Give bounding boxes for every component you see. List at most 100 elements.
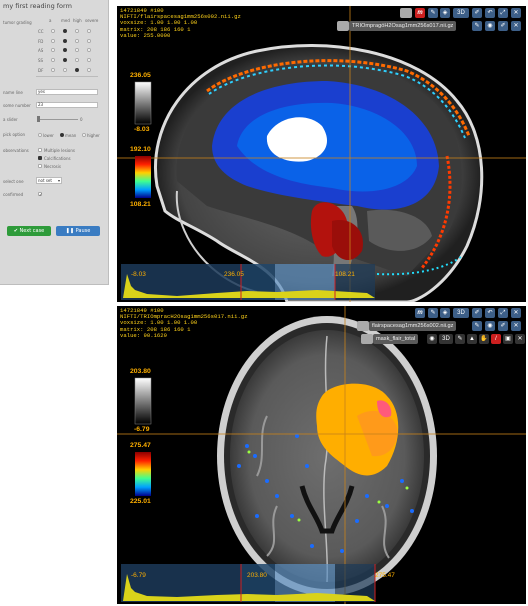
viewer1-info: 14721849 #100 NIFTI/flairspacesag1mm256s… xyxy=(120,7,241,39)
radio-lower[interactable] xyxy=(38,133,42,137)
3d-button[interactable]: 3D xyxy=(453,8,469,18)
hist-label: -6.79 xyxy=(131,572,146,579)
edit-icon[interactable]: ✎ xyxy=(455,334,465,344)
visibility-icon[interactable]: ◉ xyxy=(485,21,495,31)
draw-icon[interactable]: ✐ xyxy=(498,21,508,31)
grading-radio[interactable] xyxy=(75,68,79,72)
expand-icon[interactable]: ⤢ xyxy=(498,8,508,18)
sagittal-slice-image[interactable] xyxy=(117,6,526,302)
draw-icon[interactable]: ✐ xyxy=(498,321,508,331)
close-icon[interactable]: ✕ xyxy=(511,321,521,331)
close-icon[interactable]: ✕ xyxy=(511,8,521,18)
pencil-icon[interactable]: ✎ xyxy=(428,8,438,18)
3d-button[interactable]: 3D xyxy=(453,308,469,318)
save-icon[interactable]: ▣ xyxy=(503,334,513,344)
grading-radio[interactable] xyxy=(87,29,91,33)
checkbox-confirmed[interactable]: ✓ xyxy=(38,192,42,197)
pencil-icon[interactable]: ✎ xyxy=(428,308,438,318)
axial-slice-image[interactable] xyxy=(117,306,526,604)
grid-header-1: med xyxy=(61,18,70,23)
visibility-icon[interactable]: ◉ xyxy=(485,321,495,331)
hand-icon[interactable]: ✋ xyxy=(479,334,489,344)
cbar2-max: 275.47 xyxy=(130,442,151,449)
brush-icon[interactable]: / xyxy=(491,334,501,344)
grading-radio[interactable] xyxy=(75,39,79,43)
slider-value: 0 xyxy=(80,117,83,122)
hist-label: 108.21 xyxy=(335,271,355,278)
checkbox-calcifications[interactable] xyxy=(38,156,42,160)
grading-radio[interactable] xyxy=(63,48,67,52)
grading-radio[interactable] xyxy=(75,58,79,62)
chevron-down-icon: ▾ xyxy=(57,178,60,183)
select-dropdown[interactable]: not set ▾ xyxy=(36,177,62,184)
check-option-label: Multiple lesions xyxy=(44,148,75,153)
grading-radio[interactable] xyxy=(87,39,91,43)
checkbox-necrosis[interactable] xyxy=(38,164,42,168)
layer-name[interactable]: mask_flair_total xyxy=(373,334,419,344)
next-case-button[interactable]: ✔ Next case xyxy=(7,226,51,236)
slider-track[interactable] xyxy=(38,119,78,120)
grading-radio[interactable] xyxy=(87,58,91,62)
fill-icon[interactable]: ▲ xyxy=(467,334,477,344)
close-icon[interactable]: ✕ xyxy=(511,21,521,31)
layer-checkbox[interactable] xyxy=(361,334,373,344)
grading-radio[interactable] xyxy=(87,48,91,52)
draw-icon[interactable]: ✐ xyxy=(472,308,482,318)
grading-radio[interactable] xyxy=(87,68,91,72)
grading-radio[interactable] xyxy=(63,68,67,72)
info-line: value: 255.0000 xyxy=(120,31,171,39)
pencil-icon[interactable]: ✎ xyxy=(472,321,482,331)
layer-checkbox[interactable] xyxy=(357,321,369,331)
grading-label: tumor grading xyxy=(3,20,32,25)
layer-checkbox[interactable] xyxy=(337,21,349,31)
grading-radio[interactable] xyxy=(63,58,67,62)
radio-mean[interactable] xyxy=(60,133,64,137)
field2-label: some number xyxy=(3,103,31,108)
brush-icon[interactable]: ◈ xyxy=(440,8,450,18)
pause-button[interactable]: ❚❚ Pause xyxy=(56,226,100,236)
radio-mean-label: mean xyxy=(65,133,77,138)
mode-m-button[interactable]: m xyxy=(415,8,425,18)
grading-radio[interactable] xyxy=(51,39,55,43)
checkbox-multiple-lesions[interactable] xyxy=(38,148,42,152)
expand-icon[interactable]: ⤢ xyxy=(498,308,508,318)
pause-label: Pause xyxy=(75,228,91,234)
form-title: my first reading form xyxy=(3,2,72,10)
axial-viewer[interactable]: 14721849 #100 NIFTI/TRIOmpracH2Osag1mm25… xyxy=(117,306,526,604)
grading-radio[interactable] xyxy=(51,58,55,62)
brush-icon[interactable]: ◈ xyxy=(440,308,450,318)
radio-lower-label: lower xyxy=(43,133,54,138)
grid-header-0: a xyxy=(49,18,52,23)
text-field-1[interactable]: yes xyxy=(36,89,98,95)
grid-row-label: FD xyxy=(38,39,44,44)
slider-handle[interactable] xyxy=(37,116,40,122)
grading-radio[interactable] xyxy=(63,39,67,43)
hist-label: 203.80 xyxy=(247,572,267,579)
eye-icon[interactable]: ◉ xyxy=(427,334,437,344)
cbar1-max: 236.05 xyxy=(130,72,151,79)
toggle-button[interactable] xyxy=(400,8,412,18)
close-icon[interactable]: ✕ xyxy=(511,308,521,318)
mode-m-button[interactable]: m xyxy=(415,308,425,318)
layer-name[interactable]: TRIOmpragóH2Osag1mm256s017.nii.gz xyxy=(349,21,457,31)
undo-icon[interactable]: ↶ xyxy=(485,308,495,318)
sagittal-viewer[interactable]: 14721849 #100 NIFTI/flairspacesag1mm256s… xyxy=(117,6,526,302)
check-option-label: Calcifications xyxy=(44,156,71,161)
grading-radio[interactable] xyxy=(75,29,79,33)
cbar1-min: -8.03 xyxy=(134,126,150,133)
grading-radio[interactable] xyxy=(51,48,55,52)
check-option-label: Necrosis xyxy=(44,164,61,169)
draw-icon[interactable]: ✐ xyxy=(472,8,482,18)
pencil-icon[interactable]: ✎ xyxy=(472,21,482,31)
layer-name[interactable]: flairspacesag1mm256s002.nii.gz xyxy=(369,321,457,331)
text-field-2[interactable]: 23 xyxy=(36,102,98,108)
grading-radio[interactable] xyxy=(75,48,79,52)
grading-radio[interactable] xyxy=(51,29,55,33)
grading-radio[interactable] xyxy=(63,29,67,33)
3d-button[interactable]: 3D xyxy=(439,334,453,344)
grid-row-label: CC xyxy=(38,29,44,34)
grading-radio[interactable] xyxy=(51,68,55,72)
undo-icon[interactable]: ↶ xyxy=(485,8,495,18)
radio-higher[interactable] xyxy=(82,133,86,137)
close-icon[interactable]: ✕ xyxy=(515,334,525,344)
